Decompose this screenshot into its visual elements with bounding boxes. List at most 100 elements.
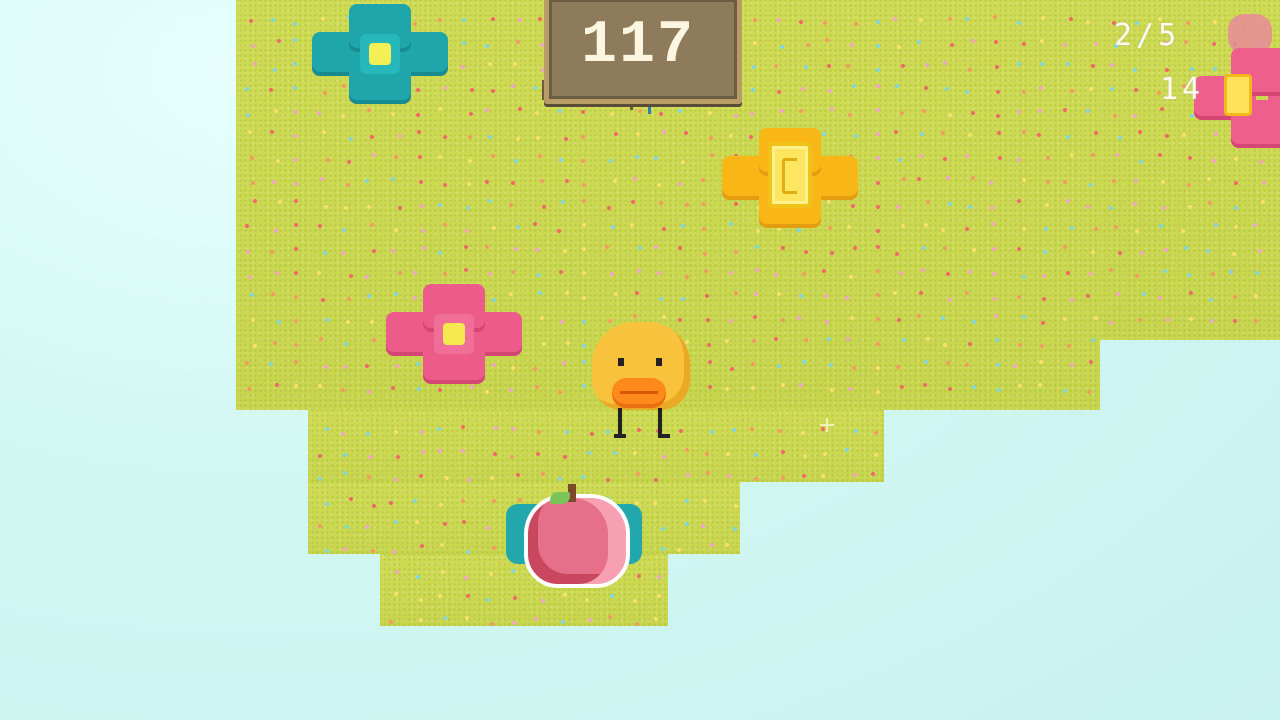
grass-dot <box>419 543 425 549</box>
grass-dot <box>416 386 422 392</box>
grass-dot <box>1068 16 1074 22</box>
grass-dot <box>1021 226 1027 232</box>
grass-dot <box>442 521 448 527</box>
grass-dot <box>348 273 354 279</box>
grass-dot <box>822 451 828 457</box>
grass-dot <box>371 248 377 254</box>
grass-dot <box>779 44 785 50</box>
grass-dot <box>469 384 475 390</box>
grass-dot <box>436 426 442 432</box>
grass-dot <box>964 362 970 368</box>
grass-dot <box>491 498 497 504</box>
grass-dot <box>488 571 494 577</box>
grass-dot <box>875 228 881 234</box>
grass-dot <box>684 202 690 208</box>
grass-dot <box>776 291 782 297</box>
grass-dot <box>1209 318 1215 324</box>
grass-dot <box>581 198 587 204</box>
grass-dot <box>249 155 255 161</box>
grass-dot <box>967 67 973 73</box>
grass-dot <box>875 204 881 210</box>
grass-dot <box>945 360 951 366</box>
grass-dot <box>317 453 323 459</box>
grass-dot <box>581 222 587 228</box>
grass-dot <box>921 108 927 114</box>
grass-dot <box>995 113 1001 119</box>
grass-dot <box>894 251 900 257</box>
grass-dot <box>875 316 881 322</box>
grass-dot <box>364 274 370 280</box>
grass-dot <box>661 129 667 135</box>
grass-dot <box>896 317 902 323</box>
grass-dot <box>517 106 523 112</box>
grass-dot <box>875 341 881 347</box>
grass-dot <box>851 365 857 371</box>
grass-dot <box>967 269 973 275</box>
grass-dot <box>900 223 906 229</box>
grass-dot <box>388 619 394 625</box>
grass-dot <box>780 449 786 455</box>
grass-dot <box>1062 42 1068 48</box>
grass-dot <box>533 616 539 622</box>
grass-dot <box>1085 204 1091 210</box>
grass-dot <box>780 382 786 388</box>
grass-dot <box>464 228 470 234</box>
grass-dot <box>534 384 540 390</box>
grass-dot <box>923 359 929 365</box>
grass-dot <box>581 270 587 276</box>
grass-dot <box>942 245 948 251</box>
grass-dot <box>461 519 467 525</box>
grass-dot <box>829 387 835 393</box>
grass-dot <box>468 111 474 117</box>
grass-dot <box>1158 223 1164 229</box>
grass-dot <box>581 359 587 365</box>
grass-dot <box>940 227 946 233</box>
grass-dot <box>1040 320 1046 326</box>
grass-dot <box>293 246 299 252</box>
grass-dot <box>728 318 734 324</box>
grass-dot <box>562 592 568 598</box>
grass-dot <box>341 227 347 233</box>
grass-dot <box>1088 182 1094 188</box>
grass-dot <box>1040 15 1046 21</box>
grass-dot <box>970 38 976 44</box>
grass-dot <box>277 199 283 205</box>
grass-dot <box>489 475 495 481</box>
grass-dot <box>393 154 399 160</box>
grass-dot <box>944 86 950 92</box>
grass-dot <box>490 16 496 22</box>
grass-dot <box>849 315 855 321</box>
grass-dot <box>587 617 593 623</box>
coin-flower[interactable] <box>722 128 858 228</box>
grass-dot <box>342 364 348 370</box>
grass-dot <box>395 454 401 460</box>
grass-dot <box>321 129 327 135</box>
apple-icon[interactable] <box>506 482 642 588</box>
hud: 2/5 14 <box>1090 0 1280 150</box>
grass-dot <box>653 155 659 161</box>
grass-dot <box>776 363 782 369</box>
grass-dot <box>824 37 830 43</box>
grass-dot <box>613 131 619 137</box>
grass-dot <box>316 110 322 116</box>
grass-dot <box>484 107 490 113</box>
grass-dot <box>1108 205 1114 211</box>
grass-dot <box>466 477 472 483</box>
grass-dot <box>1187 204 1193 210</box>
grass-dot <box>1233 180 1239 186</box>
grass-dot <box>709 152 715 158</box>
grass-dot <box>753 452 759 458</box>
grass-dot <box>733 113 739 119</box>
grass-dot <box>1037 382 1043 388</box>
grass-dot <box>610 224 616 230</box>
grass-dot <box>1261 180 1267 186</box>
grass-dot <box>680 296 686 302</box>
grass-dot <box>323 204 329 210</box>
grass-dot <box>798 293 804 299</box>
grass-dot <box>970 110 976 116</box>
grass-dot <box>1205 248 1211 254</box>
grass-dot <box>634 290 640 296</box>
grass-dot <box>751 338 757 344</box>
grass-dot <box>416 129 422 135</box>
grass-dot <box>461 17 467 23</box>
